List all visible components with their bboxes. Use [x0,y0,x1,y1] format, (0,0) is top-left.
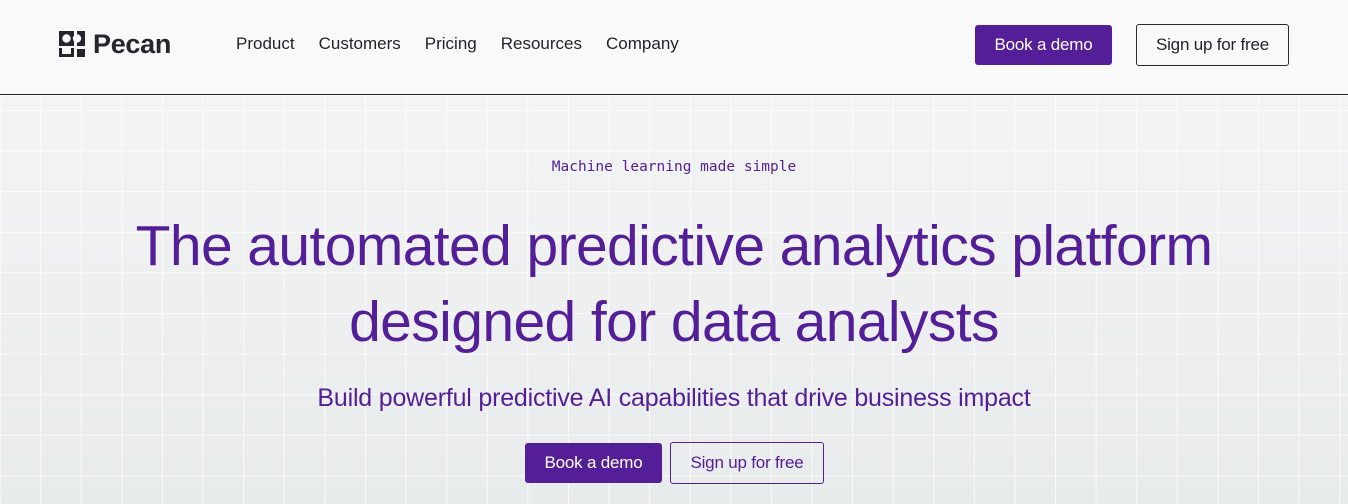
header-book-demo-button[interactable]: Book a demo [975,25,1112,65]
nav-item-customers[interactable]: Customers [319,34,401,54]
brand-name: Pecan [93,28,172,59]
nav-item-company[interactable]: Company [606,34,679,54]
hero-book-demo-button[interactable]: Book a demo [525,443,662,483]
hero-section: Machine learning made simple The automat… [0,96,1348,504]
nav-item-product[interactable]: Product [236,34,295,54]
nav-item-resources[interactable]: Resources [501,34,582,54]
hero-subheadline: Build powerful predictive AI capabilitie… [317,384,1031,412]
nav-item-pricing[interactable]: Pricing [425,34,477,54]
hero-tagline: Machine learning made simple [551,159,797,175]
headline-line-1: The automated predictive analytics platf… [135,214,1213,278]
header-sign-up-button[interactable]: Sign up for free [1136,24,1289,66]
main-nav: Product Customers Pricing Resources Comp… [236,34,703,54]
site-header: Pecan Product Customers Pricing Resource… [0,0,1348,95]
pecan-logo-icon [59,31,85,57]
logo-link[interactable]: Pecan [59,28,171,60]
hero-sign-up-button[interactable]: Sign up for free [670,442,824,484]
headline-line-2: designed for data analysts [349,290,999,354]
hero-headline: The automated predictive analytics platf… [0,208,1348,360]
